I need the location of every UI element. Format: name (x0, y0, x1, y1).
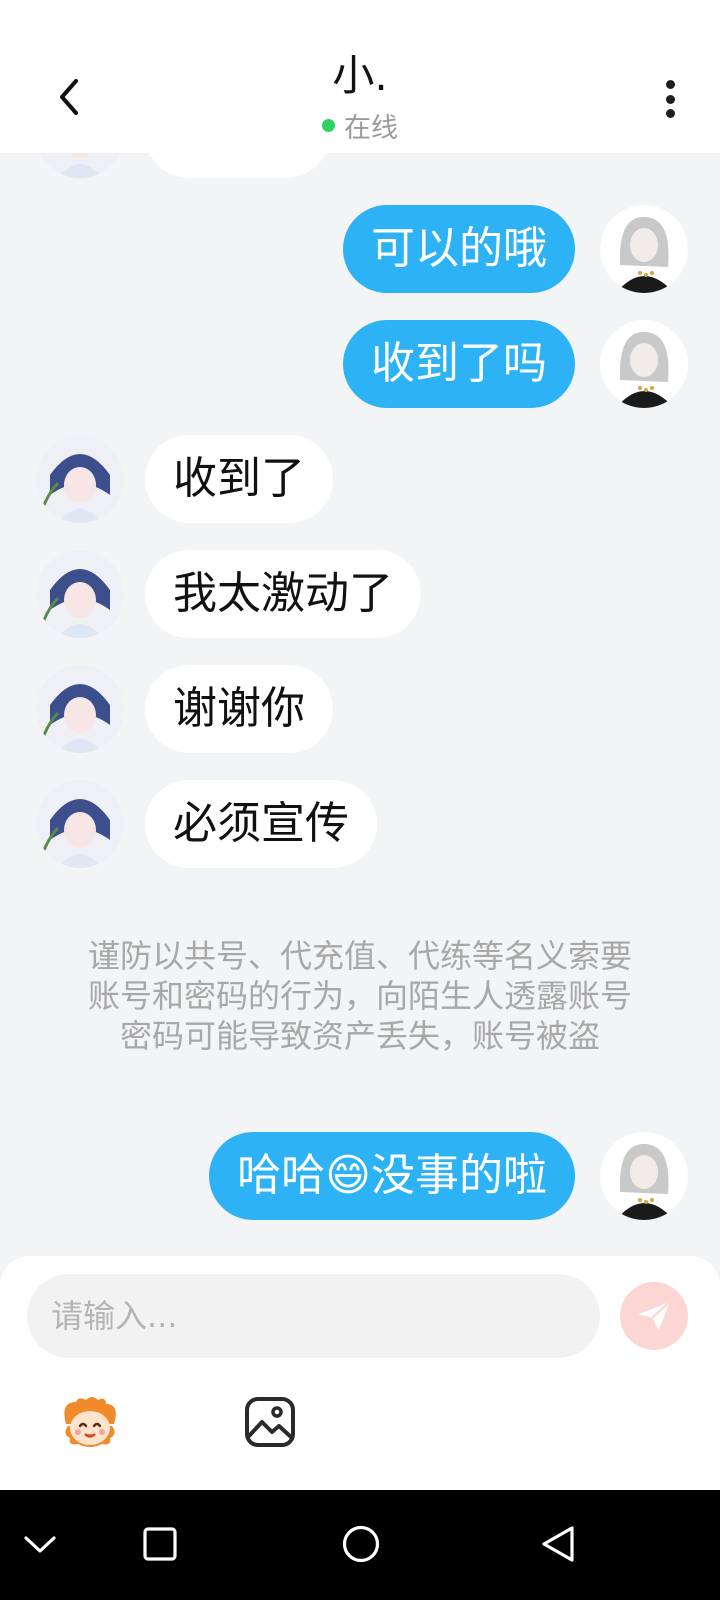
message-row-outgoing: 收到了吗 (0, 320, 720, 408)
message-bubble[interactable]: 哈哈😄没事的啦 (209, 1132, 575, 1220)
my-avatar[interactable] (600, 205, 688, 293)
message-composer (0, 1256, 720, 1490)
message-row-incoming: 必须宣传 (0, 780, 720, 868)
message-row-outgoing: 可以的哦 (0, 205, 720, 293)
message-bubble[interactable]: 收到了 (145, 435, 333, 523)
message-bubble[interactable]: 可以的哦 (343, 205, 575, 293)
message-bubble[interactable]: 收到了吗 (343, 320, 575, 408)
contact-avatar[interactable] (36, 665, 124, 753)
online-status: 在线 (0, 106, 720, 145)
emoji-button[interactable] (56, 1394, 124, 1450)
message-row-incoming: 谢谢你 (0, 665, 720, 753)
more-dot (665, 94, 675, 104)
nav-collapse-button[interactable] (12, 1516, 68, 1572)
nav-back-button[interactable] (530, 1516, 586, 1572)
contact-avatar[interactable] (36, 780, 124, 868)
message-bubble[interactable]: 谢谢你 (145, 665, 333, 753)
system-navigation-bar (0, 1490, 720, 1600)
my-avatar[interactable] (600, 320, 688, 408)
emoji-mascot-icon (64, 1397, 116, 1447)
contact-avatar[interactable] (36, 550, 124, 638)
nav-recent-apps-button[interactable] (132, 1516, 188, 1572)
chat-message-list[interactable]: 可以的哦 收到了吗 收到了 我太激动了 谢谢你 必须宣传 谨防以共号、代充值、代… (0, 0, 720, 1258)
message-bubble[interactable]: 我太激动了 (145, 550, 421, 638)
more-options-button[interactable] (650, 76, 690, 122)
contact-name: 小. (332, 51, 388, 100)
circle-home-icon (342, 1525, 380, 1563)
image-icon (245, 1397, 295, 1447)
my-avatar[interactable] (600, 1132, 688, 1220)
send-icon (638, 1300, 671, 1331)
security-notice: 谨防以共号、代充值、代练等名义索要账号和密码的行为，向陌生人透露账号密码可能导致… (87, 937, 632, 1055)
send-button[interactable] (620, 1282, 688, 1350)
more-vertical-icon (665, 80, 675, 89)
contact-avatar[interactable] (36, 435, 124, 523)
image-picker-button[interactable] (244, 1396, 296, 1448)
square-recent-icon (143, 1527, 177, 1561)
message-row-incoming: 我太激动了 (0, 550, 720, 638)
nav-home-button[interactable] (333, 1516, 389, 1572)
chat-header: 小. 在线 (0, 0, 720, 153)
message-bubble[interactable]: 必须宣传 (145, 780, 377, 868)
message-input-wrapper (27, 1274, 600, 1358)
message-row-incoming: 收到了 (0, 435, 720, 523)
online-dot-icon (322, 119, 335, 132)
triangle-back-icon (542, 1526, 574, 1562)
more-dot (665, 109, 675, 118)
message-row-outgoing: 哈哈😄没事的啦 (0, 1132, 720, 1220)
chevron-down-icon (24, 1536, 56, 1553)
status-label: 在线 (344, 113, 398, 144)
message-input[interactable] (27, 1274, 600, 1358)
